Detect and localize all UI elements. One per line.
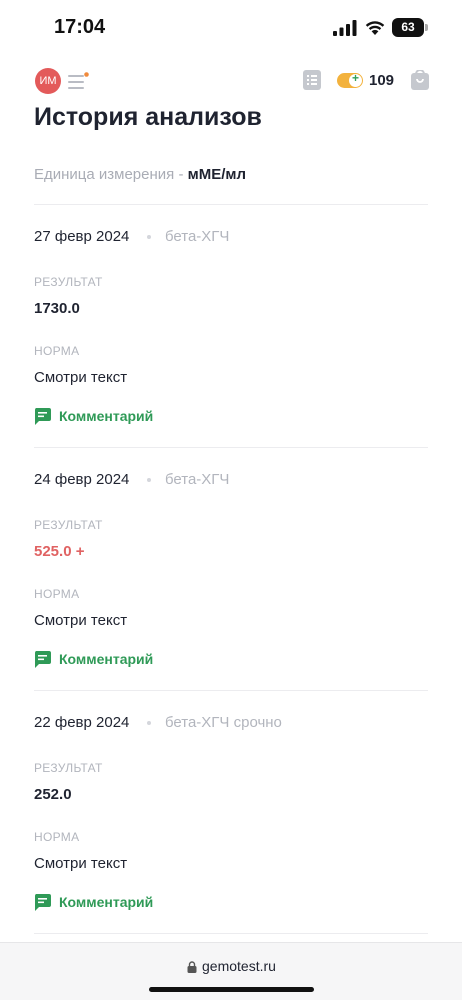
bonus-plus-icon xyxy=(349,71,362,87)
entry-test-name: бета-ХГЧ xyxy=(165,228,230,245)
url-text[interactable]: gemotest.ru xyxy=(202,958,276,974)
comment-icon xyxy=(34,407,51,425)
comment-icon xyxy=(34,893,51,911)
unit-value: мМЕ/мл xyxy=(187,166,247,183)
comment-label: Комментарий xyxy=(59,651,154,667)
wifi-icon xyxy=(365,21,385,35)
norm-label: НОРМА xyxy=(34,587,80,601)
separator-dot xyxy=(147,478,151,482)
unit-line: Единица измерения - мМЕ/мл xyxy=(34,166,246,183)
comment-label: Комментарий xyxy=(59,894,154,910)
comment-link[interactable]: Комментарий xyxy=(34,649,153,669)
separator-dot xyxy=(147,721,151,725)
divider xyxy=(34,690,428,691)
result-label: РЕЗУЛЬТАТ xyxy=(34,761,103,775)
entry-date: 22 февр 2024 xyxy=(34,714,130,731)
bonus-toggle[interactable] xyxy=(337,71,363,88)
result-label: РЕЗУЛЬТАТ xyxy=(34,518,103,532)
battery-level: 63 xyxy=(392,18,424,37)
norm-label: НОРМА xyxy=(34,830,80,844)
norm-value: Смотри текст xyxy=(34,369,128,386)
cart-icon[interactable] xyxy=(411,70,429,90)
norm-value: Смотри текст xyxy=(34,855,128,872)
entry-date: 24 февр 2024 xyxy=(34,471,130,488)
battery-icon: 63 xyxy=(392,18,428,37)
norm-label: НОРМА xyxy=(34,344,80,358)
browser-address-bar[interactable]: gemotest.ru xyxy=(0,942,462,1000)
home-indicator[interactable] xyxy=(149,987,314,992)
avatar[interactable]: ИМ xyxy=(35,68,61,94)
comment-label: Комментарий xyxy=(59,408,154,424)
entry-test-name: бета-ХГЧ срочно xyxy=(165,714,282,731)
comment-link[interactable]: Комментарий xyxy=(34,406,153,426)
comment-icon xyxy=(34,650,51,668)
lock-icon xyxy=(187,961,197,973)
screen: 17:04 63 ИМ 109 xyxy=(0,0,462,1000)
result-value: 1730.0 xyxy=(34,300,80,317)
entry-date: 27 февр 2024 xyxy=(34,228,130,245)
entry-test-name: бета-ХГЧ xyxy=(165,471,230,488)
divider xyxy=(34,204,428,205)
comment-link[interactable]: Комментарий xyxy=(34,892,153,912)
separator-dot xyxy=(147,235,151,239)
result-value: 252.0 xyxy=(34,786,72,803)
status-time: 17:04 xyxy=(54,16,106,38)
orders-list-icon[interactable] xyxy=(303,70,321,90)
bonus-count[interactable]: 109 xyxy=(369,72,394,89)
page-title: История анализов xyxy=(34,103,262,131)
norm-value: Смотри текст xyxy=(34,612,128,629)
menu-icon[interactable] xyxy=(68,72,90,90)
unit-label: Единица измерения - xyxy=(34,166,188,183)
status-bar: 17:04 63 xyxy=(0,0,462,54)
result-value: 525.0 + xyxy=(34,543,85,560)
result-label: РЕЗУЛЬТАТ xyxy=(34,275,103,289)
divider xyxy=(34,933,428,934)
cellular-signal-icon xyxy=(333,20,357,36)
divider xyxy=(34,447,428,448)
